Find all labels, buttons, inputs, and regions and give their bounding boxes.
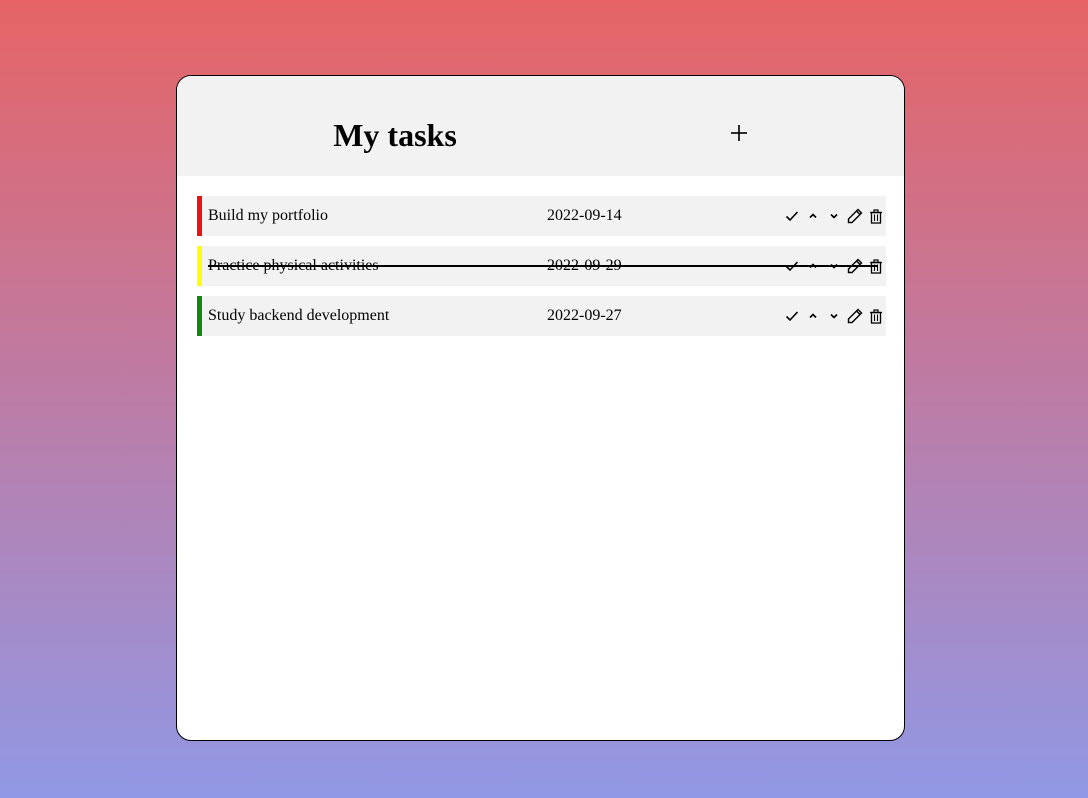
move-up-button[interactable] — [802, 306, 823, 326]
complete-task-button[interactable] — [781, 206, 802, 226]
edit-task-button[interactable] — [844, 306, 865, 326]
chevron-down-icon — [828, 210, 840, 222]
chevron-up-icon — [807, 210, 819, 222]
edit-task-button[interactable] — [844, 206, 865, 226]
add-task-button[interactable] — [727, 121, 751, 145]
task-date: 2022-09-27 — [547, 307, 622, 324]
task-name: Build my portfolio — [208, 207, 328, 224]
task-list: Build my portfolio 2022-09-14 Practice p… — [197, 196, 886, 346]
plus-icon — [731, 125, 747, 141]
task-actions — [781, 206, 886, 226]
delete-task-button[interactable] — [865, 206, 886, 226]
pencil-icon — [847, 308, 863, 324]
check-icon — [785, 309, 799, 323]
task-row: Study backend development 2022-09-27 — [197, 296, 886, 336]
trash-icon — [869, 208, 883, 224]
delete-task-button[interactable] — [865, 306, 886, 326]
check-icon — [785, 209, 799, 223]
complete-task-button[interactable] — [781, 306, 802, 326]
move-down-button[interactable] — [823, 206, 844, 226]
card-header: My tasks — [177, 76, 904, 176]
page-title: My tasks — [333, 117, 457, 153]
pencil-icon — [847, 208, 863, 224]
move-down-button[interactable] — [823, 306, 844, 326]
task-card: My tasks Build my portfolio 2022-09-14 P… — [176, 75, 905, 741]
chevron-down-icon — [828, 310, 840, 322]
task-date: 2022-09-14 — [547, 207, 622, 224]
trash-icon — [869, 308, 883, 324]
task-name: Study backend development — [208, 307, 390, 324]
completed-strikethrough — [208, 265, 878, 267]
move-up-button[interactable] — [802, 206, 823, 226]
chevron-up-icon — [807, 310, 819, 322]
task-actions — [781, 306, 886, 326]
task-row: Build my portfolio 2022-09-14 — [197, 196, 886, 236]
task-row: Practice physical activities 2022-09-29 — [197, 246, 886, 286]
